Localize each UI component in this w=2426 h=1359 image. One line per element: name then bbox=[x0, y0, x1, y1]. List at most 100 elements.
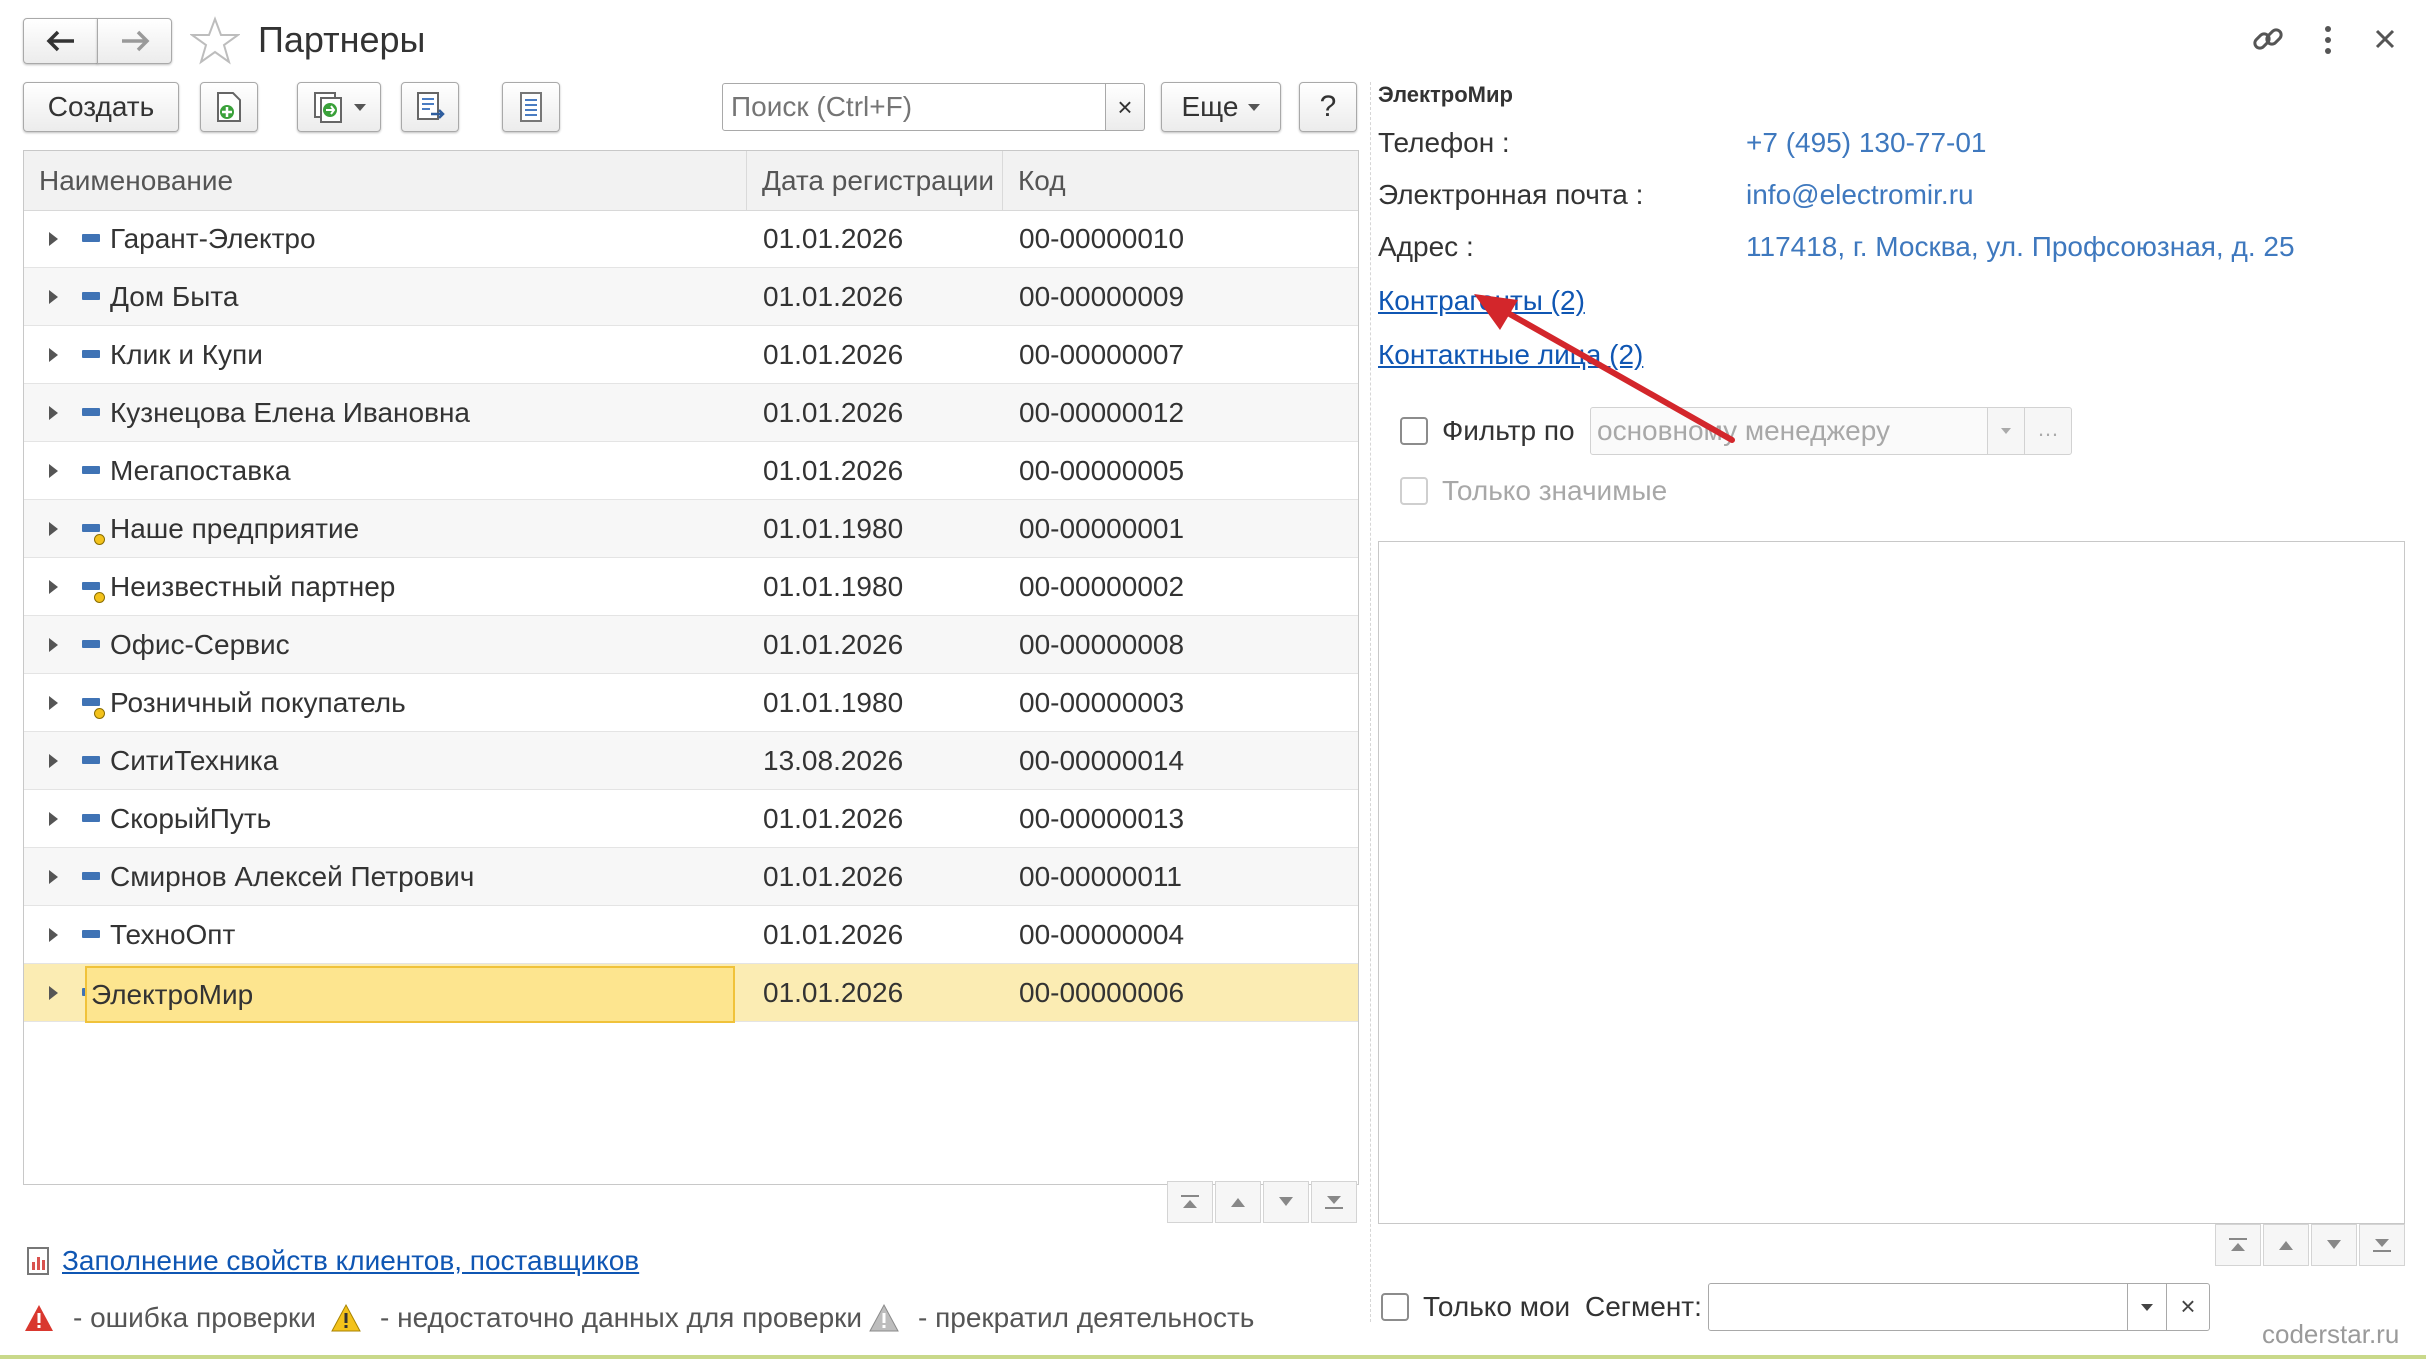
column-header-code[interactable]: Код bbox=[1003, 151, 1358, 210]
phone-value[interactable]: +7 (495) 130-77-01 bbox=[1746, 126, 1987, 160]
expand-arrow-icon[interactable] bbox=[49, 812, 58, 826]
expand-arrow-icon[interactable] bbox=[49, 406, 58, 420]
scroll-bottom-button[interactable] bbox=[1311, 1181, 1357, 1223]
legend-inactive: - прекратил деятельность bbox=[868, 1298, 1254, 1338]
address-value[interactable]: 117418, г. Москва, ул. Профсоюзная, д. 2… bbox=[1746, 230, 2295, 264]
list-settings-button[interactable] bbox=[502, 82, 560, 132]
expand-arrow-icon[interactable] bbox=[49, 696, 58, 710]
expand-arrow-icon[interactable] bbox=[49, 290, 58, 304]
cell-name: Неизвестный партнер bbox=[110, 571, 396, 602]
report-icon bbox=[26, 1246, 52, 1276]
export-button[interactable] bbox=[401, 82, 459, 132]
search-field[interactable] bbox=[729, 84, 1093, 130]
partner-icon bbox=[82, 408, 100, 416]
cell-date: 01.01.2026 bbox=[763, 977, 904, 1008]
cell-date: 01.01.2026 bbox=[763, 397, 904, 428]
cell-code: 00-00000003 bbox=[1019, 687, 1185, 718]
error-icon bbox=[25, 1305, 53, 1331]
scroll-down-button[interactable] bbox=[1263, 1181, 1309, 1223]
scroll-top-button[interactable] bbox=[1167, 1181, 1213, 1223]
only-significant-checkbox[interactable] bbox=[1400, 477, 1428, 505]
expand-arrow-icon[interactable] bbox=[49, 754, 58, 768]
table-row[interactable]: Дом Быта 01.01.2026 00-00000009 bbox=[24, 268, 1358, 326]
table-row[interactable]: Клик и Купи 01.01.2026 00-00000007 bbox=[24, 326, 1358, 384]
details-title: ЭлектроМир bbox=[1378, 82, 1513, 107]
expand-arrow-icon[interactable] bbox=[49, 928, 58, 942]
table-row[interactable]: СитиТехника 13.08.2026 00-00000014 bbox=[24, 732, 1358, 790]
table-header: Наименование Дата регистрации Код bbox=[24, 151, 1358, 211]
segment-clear-button[interactable]: × bbox=[2166, 1283, 2210, 1331]
cell-name: Клик и Купи bbox=[110, 339, 263, 370]
table-row[interactable]: ТехноОпт 01.01.2026 00-00000004 bbox=[24, 906, 1358, 964]
segment-dropdown-button[interactable] bbox=[2127, 1283, 2167, 1331]
table-row[interactable]: Кузнецова Елена Ивановна 01.01.2026 00-000… bbox=[24, 384, 1358, 442]
scroll-up-icon bbox=[1231, 1198, 1245, 1207]
clear-icon: × bbox=[1117, 91, 1133, 122]
scroll-up-button[interactable] bbox=[1215, 1181, 1261, 1223]
more-button[interactable]: Еще bbox=[1161, 82, 1281, 132]
table-row[interactable]: Неизвестный партнер 01.01.1980 00-00000002 bbox=[24, 558, 1358, 616]
related-list bbox=[1378, 541, 2405, 1266]
column-header-date[interactable]: Дата регистрации bbox=[747, 151, 1003, 210]
partner-icon bbox=[82, 234, 100, 242]
partner-icon bbox=[82, 466, 100, 474]
link-icon[interactable] bbox=[2250, 22, 2286, 58]
table-row[interactable]: Офис-Сервис 01.01.2026 00-00000008 bbox=[24, 616, 1358, 674]
cell-date: 01.01.1980 bbox=[763, 571, 904, 602]
create-button[interactable]: Создать bbox=[23, 82, 179, 132]
search-input[interactable] bbox=[722, 83, 1106, 131]
scroll-top-button[interactable] bbox=[2215, 1224, 2261, 1266]
expand-arrow-icon[interactable] bbox=[49, 638, 58, 652]
scroll-bottom-button[interactable] bbox=[2359, 1224, 2405, 1266]
expand-arrow-icon[interactable] bbox=[49, 464, 58, 478]
partners-table: Наименование Дата регистрации Код Гарант… bbox=[23, 150, 1359, 1223]
expand-arrow-icon[interactable] bbox=[49, 232, 58, 246]
table-row[interactable]: Гарант-Электро 01.01.2026 00-00000010 bbox=[24, 210, 1358, 268]
expand-arrow-icon[interactable] bbox=[49, 986, 58, 1000]
scroll-down-button[interactable] bbox=[2311, 1224, 2357, 1266]
close-icon[interactable] bbox=[2372, 26, 2398, 52]
table-row[interactable]: Мегапоставка 01.01.2026 00-00000005 bbox=[24, 442, 1358, 500]
partner-icon bbox=[82, 930, 100, 938]
report-link[interactable]: Заполнение свойств клиентов, поставщиков bbox=[62, 1244, 639, 1278]
create-based-on-button[interactable] bbox=[297, 82, 381, 132]
create-copy-button[interactable] bbox=[200, 82, 258, 132]
table-row[interactable]: СкорыйПуть 01.01.2026 00-00000013 bbox=[24, 790, 1358, 848]
back-button[interactable] bbox=[23, 18, 98, 64]
legend-inactive-text: - прекратил деятельность bbox=[918, 1302, 1255, 1333]
panel-splitter[interactable] bbox=[1370, 82, 1372, 1322]
column-header-name[interactable]: Наименование bbox=[24, 151, 747, 210]
table-row[interactable]: Наше предприятие 01.01.1980 00-00000001 bbox=[24, 500, 1358, 558]
email-value[interactable]: info@electromir.ru bbox=[1746, 178, 1974, 212]
more-label: Еще bbox=[1181, 91, 1239, 122]
cell-date: 13.08.2026 bbox=[763, 745, 904, 776]
expand-arrow-icon[interactable] bbox=[49, 580, 58, 594]
add-document-icon bbox=[217, 92, 241, 122]
predefined-marker-icon bbox=[94, 708, 105, 719]
legend-error: - ошибка проверки bbox=[23, 1298, 316, 1338]
more-vertical-icon[interactable] bbox=[2318, 24, 2338, 56]
search-clear-button[interactable]: × bbox=[1105, 83, 1145, 131]
cell-name: СитиТехника bbox=[110, 745, 279, 776]
scroll-down-icon bbox=[2327, 1240, 2341, 1249]
table-row[interactable]: ЭлектроМир 01.01.2026 00-00000006 bbox=[24, 964, 1358, 1023]
table-row[interactable]: Смирнов Алексей Петрович 01.01.2026 00-000… bbox=[24, 848, 1358, 906]
filter-checkbox[interactable] bbox=[1400, 417, 1428, 445]
forward-button[interactable] bbox=[97, 18, 172, 64]
filter-choose-button[interactable]: … bbox=[2024, 407, 2072, 455]
only-significant-label: Только значимые bbox=[1442, 475, 1668, 506]
segment-input[interactable] bbox=[1708, 1283, 2128, 1331]
expand-arrow-icon[interactable] bbox=[49, 348, 58, 362]
expand-arrow-icon[interactable] bbox=[49, 870, 58, 884]
table-row[interactable]: Розничный покупатель 01.01.1980 00-0000000… bbox=[24, 674, 1358, 732]
scroll-up-button[interactable] bbox=[2263, 1224, 2309, 1266]
legend-warning-text: - недостаточно данных для проверки bbox=[380, 1302, 863, 1333]
help-button[interactable]: ? bbox=[1299, 82, 1357, 132]
favorite-star-icon[interactable] bbox=[188, 16, 242, 66]
expand-arrow-icon[interactable] bbox=[49, 522, 58, 536]
cell-name: Розничный покупатель bbox=[110, 687, 406, 718]
filter-dropdown-button[interactable] bbox=[1987, 407, 2025, 455]
predefined-partner-icon bbox=[82, 524, 100, 532]
cell-code: 00-00000008 bbox=[1019, 629, 1185, 660]
only-mine-checkbox[interactable] bbox=[1381, 1293, 1409, 1321]
